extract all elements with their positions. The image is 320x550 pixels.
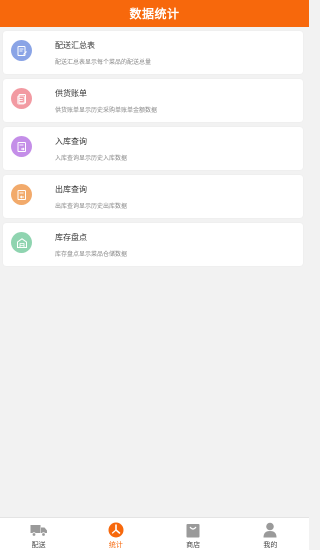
list-item-supply-bill[interactable]: 供货账单 供货账单显示历史采购单账单金额数据 (3, 79, 303, 122)
tab-label: 统计 (108, 541, 123, 549)
list-item-stock-check[interactable]: 库存盘点 库存盘点显示菜品仓储数据 (3, 223, 303, 266)
list-item-description: 入库查询显示历史入库数据 (55, 155, 128, 162)
bottom-tab-bar: 配送 统计 商店 我的 (0, 517, 309, 550)
tab-shop[interactable]: 商店 (155, 518, 232, 550)
tab-label: 配送 (31, 541, 46, 549)
list-item-title: 出库查询 (55, 185, 87, 194)
list-item-title: 入库查询 (55, 137, 87, 146)
list-item-inbound-query[interactable]: 入库查询 入库查询显示历史入库数据 (3, 127, 303, 170)
list-item-title: 配送汇总表 (55, 41, 95, 50)
page-title: 数据统计 (129, 7, 180, 21)
outbound-icon (11, 184, 32, 205)
inbound-icon (11, 136, 32, 157)
tab-label: 商店 (186, 541, 201, 549)
list-item-title: 供货账单 (55, 89, 87, 98)
tab-label: 我的 (263, 541, 278, 549)
list-item-description: 库存盘点显示菜品仓储数据 (55, 251, 128, 258)
truck-icon (30, 522, 48, 538)
user-icon (261, 522, 279, 538)
warehouse-icon (11, 232, 32, 253)
list-item-description: 配送汇总表显示每个菜品的配送总量 (55, 59, 152, 66)
chart-icon (107, 522, 125, 538)
tab-delivery[interactable]: 配送 (0, 518, 77, 550)
report-list: 配送汇总表 配送汇总表显示每个菜品的配送总量 供货账单 供货账单显示历史采购单账… (3, 31, 303, 271)
document-edit-icon (11, 40, 32, 61)
documents-icon (11, 88, 32, 109)
list-item-outbound-query[interactable]: 出库查询 出库查询显示历史出库数据 (3, 175, 303, 218)
list-item-description: 供货账单显示历史采购单账单金额数据 (55, 107, 158, 114)
list-item-title: 库存盘点 (55, 233, 87, 242)
list-item-delivery-summary[interactable]: 配送汇总表 配送汇总表显示每个菜品的配送总量 (3, 31, 303, 74)
shopping-bag-icon (184, 522, 202, 538)
list-item-description: 出库查询显示历史出库数据 (55, 203, 128, 210)
tab-statistics[interactable]: 统计 (77, 518, 154, 550)
page-header: 数据统计 (0, 0, 309, 27)
tab-mine[interactable]: 我的 (232, 518, 309, 550)
